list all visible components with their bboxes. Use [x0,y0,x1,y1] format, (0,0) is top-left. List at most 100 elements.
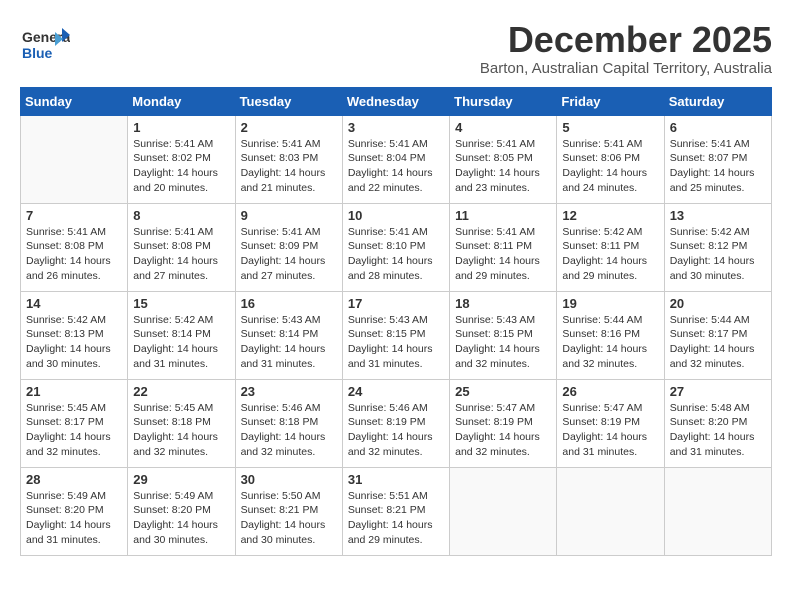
calendar-cell: 10 Sunrise: 5:41 AM Sunset: 8:10 PM Dayli… [342,203,449,291]
day-number: 30 [241,472,337,487]
day-number: 12 [562,208,658,223]
day-number: 26 [562,384,658,399]
calendar-week-2: 7 Sunrise: 5:41 AM Sunset: 8:08 PM Daylig… [21,203,772,291]
day-number: 19 [562,296,658,311]
calendar-cell: 4 Sunrise: 5:41 AM Sunset: 8:05 PM Daylig… [450,115,557,203]
calendar-week-1: 1Sunrise: 5:41 AM Sunset: 8:02 PM Daylig… [21,115,772,203]
day-number: 6 [670,120,766,135]
day-number: 2 [241,120,337,135]
calendar-cell: 12Sunrise: 5:42 AM Sunset: 8:11 PM Dayli… [557,203,664,291]
calendar-table: SundayMondayTuesdayWednesdayThursdayFrid… [20,87,772,556]
weekday-header-tuesday: Tuesday [235,87,342,115]
day-number: 28 [26,472,122,487]
calendar-cell: 23 Sunrise: 5:46 AM Sunset: 8:18 PM Dayli… [235,379,342,467]
calendar-cell: 22Sunrise: 5:45 AM Sunset: 8:18 PM Dayli… [128,379,235,467]
calendar-cell [21,115,128,203]
calendar-cell: 9 Sunrise: 5:41 AM Sunset: 8:09 PM Daylig… [235,203,342,291]
day-info: Sunrise: 5:41 AM Sunset: 8:08 PM Dayligh… [133,225,229,284]
day-number: 13 [670,208,766,223]
calendar-cell: 26 Sunrise: 5:47 AM Sunset: 8:19 PM Dayli… [557,379,664,467]
day-info: Sunrise: 5:41 AM Sunset: 8:07 PM Dayligh… [670,137,766,196]
day-info: Sunrise: 5:43 AM Sunset: 8:14 PM Dayligh… [241,313,337,372]
calendar-cell: 30 Sunrise: 5:50 AM Sunset: 8:21 PM Dayli… [235,467,342,555]
weekday-header-monday: Monday [128,87,235,115]
day-info: Sunrise: 5:41 AM Sunset: 8:02 PM Dayligh… [133,137,229,196]
day-number: 11 [455,208,551,223]
day-number: 3 [348,120,444,135]
day-info: Sunrise: 5:46 AM Sunset: 8:18 PM Dayligh… [241,401,337,460]
day-number: 7 [26,208,122,223]
calendar-cell: 11 Sunrise: 5:41 AM Sunset: 8:11 PM Dayli… [450,203,557,291]
day-number: 14 [26,296,122,311]
calendar-cell: 20 Sunrise: 5:44 AM Sunset: 8:17 PM Dayli… [664,291,771,379]
day-info: Sunrise: 5:47 AM Sunset: 8:19 PM Dayligh… [455,401,551,460]
day-info: Sunrise: 5:41 AM Sunset: 8:11 PM Dayligh… [455,225,551,284]
day-info: Sunrise: 5:45 AM Sunset: 8:17 PM Dayligh… [26,401,122,460]
day-number: 9 [241,208,337,223]
day-number: 17 [348,296,444,311]
weekday-header-row: SundayMondayTuesdayWednesdayThursdayFrid… [21,87,772,115]
day-info: Sunrise: 5:43 AM Sunset: 8:15 PM Dayligh… [455,313,551,372]
weekday-header-friday: Friday [557,87,664,115]
day-number: 8 [133,208,229,223]
logo-icon: General Blue [20,20,70,70]
calendar-cell: 3 Sunrise: 5:41 AM Sunset: 8:04 PM Daylig… [342,115,449,203]
calendar-cell: 28 Sunrise: 5:49 AM Sunset: 8:20 PM Dayli… [21,467,128,555]
day-number: 31 [348,472,444,487]
calendar-cell: 7 Sunrise: 5:41 AM Sunset: 8:08 PM Daylig… [21,203,128,291]
weekday-header-saturday: Saturday [664,87,771,115]
weekday-header-wednesday: Wednesday [342,87,449,115]
month-title: December 2025 [480,20,772,60]
day-info: Sunrise: 5:46 AM Sunset: 8:19 PM Dayligh… [348,401,444,460]
day-number: 24 [348,384,444,399]
location-title: Barton, Australian Capital Territory, Au… [480,60,772,77]
day-info: Sunrise: 5:44 AM Sunset: 8:17 PM Dayligh… [670,313,766,372]
day-info: Sunrise: 5:41 AM Sunset: 8:09 PM Dayligh… [241,225,337,284]
day-number: 21 [26,384,122,399]
day-number: 23 [241,384,337,399]
day-info: Sunrise: 5:41 AM Sunset: 8:05 PM Dayligh… [455,137,551,196]
day-info: Sunrise: 5:49 AM Sunset: 8:20 PM Dayligh… [133,489,229,548]
calendar-cell: 2 Sunrise: 5:41 AM Sunset: 8:03 PM Daylig… [235,115,342,203]
header: General Blue December 2025 Barton, Austr… [20,20,772,77]
calendar-cell: 8 Sunrise: 5:41 AM Sunset: 8:08 PM Daylig… [128,203,235,291]
day-info: Sunrise: 5:41 AM Sunset: 8:08 PM Dayligh… [26,225,122,284]
calendar-cell: 13 Sunrise: 5:42 AM Sunset: 8:12 PM Dayli… [664,203,771,291]
day-info: Sunrise: 5:41 AM Sunset: 8:10 PM Dayligh… [348,225,444,284]
day-info: Sunrise: 5:41 AM Sunset: 8:03 PM Dayligh… [241,137,337,196]
day-number: 25 [455,384,551,399]
day-info: Sunrise: 5:41 AM Sunset: 8:06 PM Dayligh… [562,137,658,196]
calendar-cell [557,467,664,555]
day-number: 29 [133,472,229,487]
day-info: Sunrise: 5:41 AM Sunset: 8:04 PM Dayligh… [348,137,444,196]
day-info: Sunrise: 5:43 AM Sunset: 8:15 PM Dayligh… [348,313,444,372]
calendar-cell: 29 Sunrise: 5:49 AM Sunset: 8:20 PM Dayli… [128,467,235,555]
title-area: December 2025 Barton, Australian Capital… [480,20,772,77]
day-number: 27 [670,384,766,399]
calendar-cell: 31Sunrise: 5:51 AM Sunset: 8:21 PM Dayli… [342,467,449,555]
calendar-cell: 6 Sunrise: 5:41 AM Sunset: 8:07 PM Daylig… [664,115,771,203]
day-number: 18 [455,296,551,311]
day-number: 10 [348,208,444,223]
weekday-header-thursday: Thursday [450,87,557,115]
day-info: Sunrise: 5:42 AM Sunset: 8:12 PM Dayligh… [670,225,766,284]
calendar-week-3: 14 Sunrise: 5:42 AM Sunset: 8:13 PM Dayli… [21,291,772,379]
calendar-cell: 15 Sunrise: 5:42 AM Sunset: 8:14 PM Dayli… [128,291,235,379]
day-number: 5 [562,120,658,135]
day-info: Sunrise: 5:47 AM Sunset: 8:19 PM Dayligh… [562,401,658,460]
day-info: Sunrise: 5:42 AM Sunset: 8:13 PM Dayligh… [26,313,122,372]
day-number: 4 [455,120,551,135]
calendar-week-4: 21 Sunrise: 5:45 AM Sunset: 8:17 PM Dayli… [21,379,772,467]
day-info: Sunrise: 5:50 AM Sunset: 8:21 PM Dayligh… [241,489,337,548]
calendar-cell: 14 Sunrise: 5:42 AM Sunset: 8:13 PM Dayli… [21,291,128,379]
day-info: Sunrise: 5:49 AM Sunset: 8:20 PM Dayligh… [26,489,122,548]
calendar-cell [450,467,557,555]
day-info: Sunrise: 5:48 AM Sunset: 8:20 PM Dayligh… [670,401,766,460]
weekday-header-sunday: Sunday [21,87,128,115]
day-info: Sunrise: 5:42 AM Sunset: 8:14 PM Dayligh… [133,313,229,372]
calendar-cell: 19Sunrise: 5:44 AM Sunset: 8:16 PM Dayli… [557,291,664,379]
day-number: 20 [670,296,766,311]
calendar-cell: 25 Sunrise: 5:47 AM Sunset: 8:19 PM Dayli… [450,379,557,467]
calendar-cell: 21 Sunrise: 5:45 AM Sunset: 8:17 PM Dayli… [21,379,128,467]
day-number: 15 [133,296,229,311]
